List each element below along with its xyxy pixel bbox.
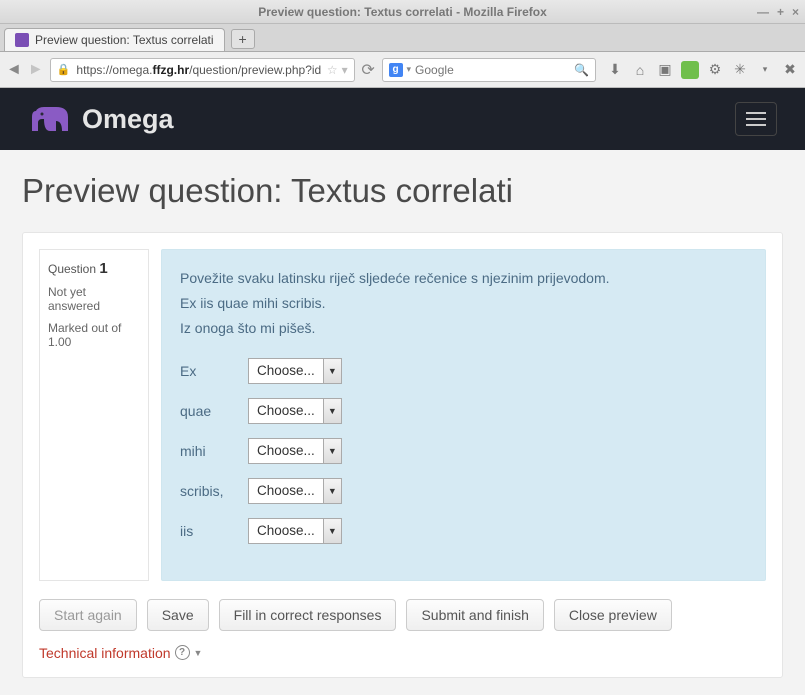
window-maximize-button[interactable]: +: [777, 5, 784, 19]
match-word: iis: [180, 523, 230, 539]
tab-title: Preview question: Textus correlati: [35, 33, 214, 47]
match-word: quae: [180, 403, 230, 419]
reload-button[interactable]: ⟳: [361, 59, 376, 81]
chevron-down-icon: ▼: [323, 479, 341, 503]
addon-icon-1[interactable]: ⚙: [706, 61, 724, 79]
lock-icon: 🔒: [57, 63, 71, 76]
prompt-line-3: Iz onoga što mi pišeš.: [180, 316, 747, 341]
brand-text: Omega: [82, 104, 174, 135]
match-select[interactable]: Choose...▼: [248, 518, 342, 544]
chevron-down-icon: ▼: [323, 439, 341, 463]
addon-icon-2[interactable]: ✳: [731, 61, 749, 79]
match-word: Ex: [180, 363, 230, 379]
select-value: Choose...: [249, 363, 323, 378]
window-title: Preview question: Textus correlati - Moz…: [258, 5, 547, 19]
dropdown-icon[interactable]: ▾: [342, 63, 348, 77]
tab-favicon: [15, 33, 29, 47]
match-select[interactable]: Choose...▼: [248, 438, 342, 464]
page-viewport: Omega Preview question: Textus correlati…: [0, 88, 805, 695]
question-status: Not yet answered: [48, 285, 140, 313]
window-titlebar: Preview question: Textus correlati - Moz…: [0, 0, 805, 24]
match-row: Ex Choose...▼: [180, 358, 747, 384]
technical-info-link[interactable]: Technical information ? ▼: [39, 645, 766, 661]
chevron-down-icon: ▼: [323, 519, 341, 543]
match-select[interactable]: Choose...▼: [248, 358, 342, 384]
match-row: quae Choose...▼: [180, 398, 747, 424]
technical-info-label: Technical information: [39, 645, 171, 661]
select-value: Choose...: [249, 483, 323, 498]
url-text: https://omega.ffzg.hr/question/preview.p…: [76, 63, 321, 77]
start-again-button[interactable]: Start again: [39, 599, 137, 631]
menu-toggle-button[interactable]: [735, 102, 777, 136]
chevron-down-icon: ▼: [323, 359, 341, 383]
search-dropdown-icon[interactable]: ▾: [407, 64, 412, 75]
forward-button: ►: [28, 59, 44, 81]
search-input[interactable]: [415, 63, 570, 77]
question-card: Question 1 Not yet answered Marked out o…: [22, 232, 783, 678]
select-value: Choose...: [249, 443, 323, 458]
window-minimize-button[interactable]: —: [757, 5, 769, 19]
question-label: Question: [48, 262, 96, 276]
home-icon[interactable]: ⌂: [631, 61, 649, 79]
folder-icon[interactable]: ▣: [656, 61, 674, 79]
select-value: Choose...: [249, 523, 323, 538]
bookmark-star-icon[interactable]: ☆: [327, 63, 338, 77]
match-select[interactable]: Choose...▼: [248, 478, 342, 504]
back-button[interactable]: ◄: [6, 59, 22, 81]
chevron-down-icon: ▼: [194, 648, 203, 658]
question-body: Povežite svaku latinsku riječ sljedeće r…: [161, 249, 766, 581]
match-row: scribis, Choose...▼: [180, 478, 747, 504]
select-value: Choose...: [249, 403, 323, 418]
close-preview-button[interactable]: Close preview: [554, 599, 672, 631]
match-select[interactable]: Choose...▼: [248, 398, 342, 424]
page-title: Preview question: Textus correlati: [22, 172, 783, 210]
tab-strip: Preview question: Textus correlati +: [0, 24, 805, 52]
google-icon: g: [389, 63, 403, 77]
question-marked: Marked out of 1.00: [48, 321, 140, 349]
browser-tab-active[interactable]: Preview question: Textus correlati: [4, 28, 225, 51]
question-info-panel: Question 1 Not yet answered Marked out o…: [39, 249, 149, 581]
evernote-icon[interactable]: [681, 61, 699, 79]
elephant-logo-icon: [28, 103, 72, 135]
dropdown-icon-2[interactable]: ▾: [756, 61, 774, 79]
nav-toolbar: ◄ ► 🔒 https://omega.ffzg.hr/question/pre…: [0, 52, 805, 88]
question-number: 1: [99, 260, 107, 277]
match-row: iis Choose...▼: [180, 518, 747, 544]
info-icon: ?: [175, 645, 190, 660]
url-bar[interactable]: 🔒 https://omega.ffzg.hr/question/preview…: [50, 58, 355, 82]
match-word: mihi: [180, 443, 230, 459]
site-brand[interactable]: Omega: [28, 103, 174, 135]
prompt-line-1: Povežite svaku latinsku riječ sljedeće r…: [180, 266, 747, 291]
prompt-line-2: Ex iis quae mihi scribis.: [180, 291, 747, 316]
match-word: scribis,: [180, 483, 230, 499]
tools-icon[interactable]: ✖: [781, 61, 799, 79]
match-row: mihi Choose...▼: [180, 438, 747, 464]
hamburger-icon: [746, 112, 766, 114]
search-bar[interactable]: g ▾ 🔍: [382, 58, 596, 82]
search-icon[interactable]: 🔍: [574, 63, 589, 77]
site-navbar: Omega: [0, 88, 805, 150]
save-button[interactable]: Save: [147, 599, 209, 631]
new-tab-button[interactable]: +: [231, 29, 255, 49]
fill-button[interactable]: Fill in correct responses: [219, 599, 397, 631]
download-icon[interactable]: ⬇: [606, 61, 624, 79]
chevron-down-icon: ▼: [323, 399, 341, 423]
submit-button[interactable]: Submit and finish: [406, 599, 543, 631]
window-close-button[interactable]: ×: [792, 5, 799, 19]
action-row: Start again Save Fill in correct respons…: [39, 599, 766, 631]
